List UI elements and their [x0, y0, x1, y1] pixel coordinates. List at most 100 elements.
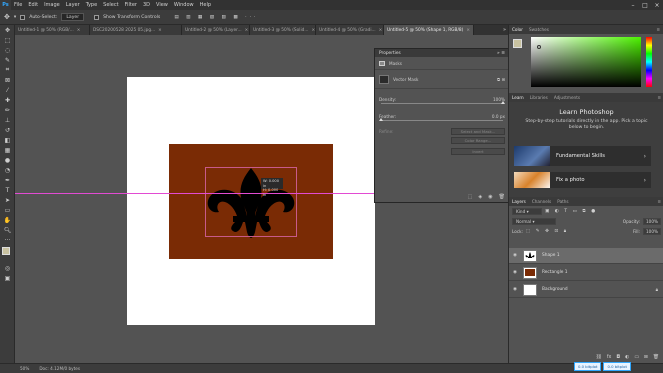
- menu-edit[interactable]: Edit: [25, 2, 41, 8]
- screen-mode-icon[interactable]: ▣: [0, 273, 15, 283]
- move-tool-icon[interactable]: ✥: [0, 25, 15, 35]
- blend-mode-select[interactable]: Normal ▾: [512, 217, 556, 225]
- marquee-tool-icon[interactable]: ⬚: [0, 35, 15, 45]
- filter-icons[interactable]: ▣ ◐ T ▭ ⧉ ●: [545, 208, 597, 214]
- panel-menu-icon[interactable]: ≡: [657, 95, 661, 100]
- close-icon[interactable]: ×: [379, 28, 383, 33]
- load-selection-icon[interactable]: ⬚: [468, 194, 473, 200]
- visibility-eye-icon[interactable]: ◉: [509, 253, 521, 258]
- new-layer-icon[interactable]: ⊞: [644, 355, 648, 360]
- menu-file[interactable]: File: [11, 2, 25, 8]
- menu-select[interactable]: Select: [100, 2, 121, 8]
- lock-icons[interactable]: ⬚ ✎ ✥ ⊡ 🔒︎: [526, 228, 568, 234]
- pen-tool-icon[interactable]: ✒: [0, 175, 15, 185]
- color-picker-field[interactable]: [531, 37, 641, 87]
- quick-mask-icon[interactable]: ◎: [0, 263, 15, 273]
- doc-tab[interactable]: Untitled-3 @ 50% (Solid... ×: [250, 25, 316, 35]
- visibility-icon[interactable]: ◉: [488, 194, 492, 200]
- feather-slider[interactable]: [379, 118, 503, 121]
- dropdown-icon[interactable]: ▾: [14, 15, 16, 20]
- history-brush-icon[interactable]: ↺: [0, 125, 15, 135]
- tab-adjustments[interactable]: Adjustments: [554, 95, 580, 100]
- learn-card-fundamentals[interactable]: Fundamental Skills ›: [514, 146, 651, 166]
- color-range-button[interactable]: Color Range...: [451, 137, 505, 144]
- crop-tool-icon[interactable]: ⌗: [0, 65, 15, 75]
- adjustment-icon[interactable]: ◐: [625, 355, 629, 360]
- stamp-tool-icon[interactable]: ⊥: [0, 115, 15, 125]
- tab-swatches[interactable]: Swatches: [529, 27, 549, 32]
- delete-icon[interactable]: 🗑︎: [653, 355, 659, 360]
- close-icon[interactable]: ×: [651, 2, 663, 9]
- layer-name[interactable]: Shape 1: [542, 253, 560, 258]
- menu-3d[interactable]: 3D: [140, 2, 153, 8]
- maximize-icon[interactable]: □: [639, 2, 651, 9]
- panel-menu-icon[interactable]: » ≡: [497, 51, 505, 56]
- fill-input[interactable]: 100%: [643, 227, 661, 235]
- visibility-eye-icon[interactable]: ◉: [509, 270, 521, 275]
- doc-tab[interactable]: Untitled-2 @ 50% (Layer... ×: [182, 25, 250, 35]
- tab-libraries[interactable]: Libraries: [530, 95, 548, 100]
- properties-header[interactable]: Properties » ≡: [375, 49, 509, 57]
- vector-mask-thumb[interactable]: [379, 74, 389, 84]
- blur-icon[interactable]: ●: [0, 155, 15, 165]
- status-button[interactable]: 0.0 bitplot: [574, 362, 602, 371]
- app-logo[interactable]: Ps: [0, 0, 11, 10]
- menu-view[interactable]: View: [153, 2, 171, 8]
- eraser-icon[interactable]: ◧: [0, 135, 15, 145]
- menu-layer[interactable]: Layer: [63, 2, 83, 8]
- learn-card-fix-photo[interactable]: Fix a photo ›: [514, 172, 651, 188]
- panel-menu-icon[interactable]: ≡: [656, 27, 660, 32]
- shape-tool-icon[interactable]: ▭: [0, 205, 15, 215]
- close-icon[interactable]: ×: [77, 28, 81, 33]
- foreground-swatch[interactable]: [513, 39, 522, 48]
- dodge-icon[interactable]: ◔: [0, 165, 15, 175]
- doc-tab[interactable]: Untitled-4 @ 50% (Gradi... ×: [316, 25, 384, 35]
- delete-icon[interactable]: 🗑︎: [499, 194, 505, 200]
- status-button[interactable]: 0.0 bitplot: [603, 362, 631, 371]
- close-icon[interactable]: ×: [245, 28, 249, 33]
- type-tool-icon[interactable]: T: [0, 185, 15, 195]
- more-tools-icon[interactable]: ···: [0, 235, 15, 245]
- close-icon[interactable]: ×: [311, 28, 315, 33]
- tab-channels[interactable]: Channels: [532, 199, 551, 204]
- doc-tab[interactable]: DSC20200528 2025 05.jpg... ×: [90, 25, 182, 35]
- tabs-overflow-icon[interactable]: »: [501, 25, 508, 35]
- zoom-tool-icon[interactable]: 🔍︎: [0, 225, 15, 235]
- transform-checkbox[interactable]: [94, 14, 100, 20]
- group-icon[interactable]: ▭: [634, 355, 639, 360]
- layer-row-background[interactable]: ◉ Background 🔒︎: [509, 282, 663, 298]
- tab-color[interactable]: Color: [512, 27, 523, 32]
- mask-add-icon[interactable]: ◘: [616, 355, 620, 360]
- hand-tool-icon[interactable]: ✋: [0, 215, 15, 225]
- brush-tool-icon[interactable]: ✏: [0, 105, 15, 115]
- menu-help[interactable]: Help: [197, 2, 214, 8]
- invert-button[interactable]: Invert: [451, 148, 505, 155]
- kind-filter[interactable]: Kind ▾: [512, 207, 542, 215]
- doc-info[interactable]: Doc: 4.12M/0 bytes: [39, 366, 80, 371]
- gradient-icon[interactable]: ▦: [0, 145, 15, 155]
- close-icon[interactable]: ×: [158, 28, 162, 33]
- path-select-icon[interactable]: ➤: [0, 195, 15, 205]
- layer-row-shape[interactable]: ◉ Shape 1: [509, 248, 663, 264]
- feather-value[interactable]: 0.0 px: [492, 114, 505, 119]
- align-icons[interactable]: ▤ ▥ ▦ ▧ ▨ ▩ ···: [174, 15, 258, 20]
- eyedropper-icon[interactable]: ⁄: [0, 85, 15, 95]
- zoom-level[interactable]: 50%: [20, 366, 29, 371]
- lasso-tool-icon[interactable]: ◌: [0, 45, 15, 55]
- menu-window[interactable]: Window: [171, 2, 197, 8]
- visibility-eye-icon[interactable]: ◉: [509, 287, 521, 292]
- doc-tab[interactable]: Untitled-1 @ 50% (RGB/... ×: [15, 25, 90, 35]
- tab-paths[interactable]: Paths: [557, 199, 568, 204]
- tab-learn[interactable]: Learn: [512, 95, 524, 100]
- panel-menu-icon[interactable]: ≡: [657, 199, 661, 204]
- frame-tool-icon[interactable]: ⊠: [0, 75, 15, 85]
- healing-icon[interactable]: ✚: [0, 95, 15, 105]
- apply-mask-icon[interactable]: ◈: [478, 194, 482, 200]
- layer-select[interactable]: Layer: [61, 13, 85, 21]
- move-tool-icon[interactable]: ✥: [4, 13, 10, 21]
- auto-select-checkbox[interactable]: [20, 14, 26, 20]
- pixel-mask-icon[interactable]: ⧉ ⊞: [497, 77, 505, 82]
- density-slider[interactable]: [381, 101, 505, 104]
- color-swatches[interactable]: [0, 245, 14, 263]
- hue-slider[interactable]: [646, 37, 652, 87]
